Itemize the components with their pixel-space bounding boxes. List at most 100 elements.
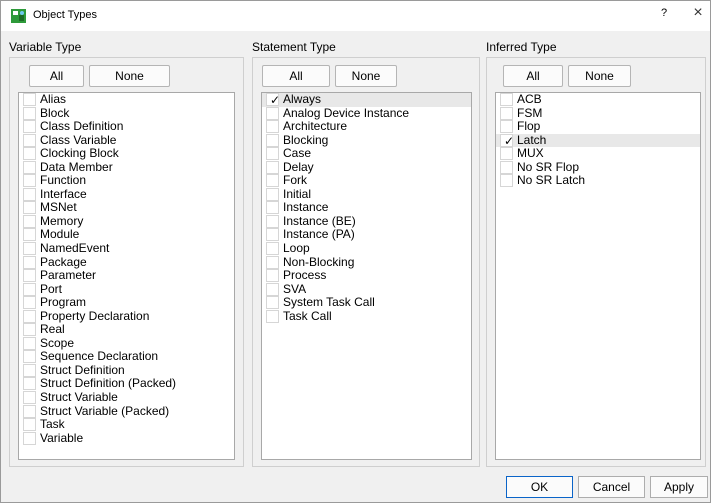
list-item[interactable]: MSNet xyxy=(19,201,234,215)
list-item[interactable]: Property Declaration xyxy=(19,309,234,324)
list-item[interactable]: Class Variable xyxy=(19,133,234,148)
checkbox[interactable] xyxy=(23,255,36,269)
list-item[interactable]: Flop xyxy=(496,119,700,134)
checkbox[interactable] xyxy=(266,255,279,269)
checkbox[interactable] xyxy=(23,228,36,242)
checkbox[interactable] xyxy=(266,106,279,120)
list-item[interactable]: Struct Definition (Packed) xyxy=(19,377,234,391)
checkbox[interactable] xyxy=(23,418,36,432)
list-item[interactable]: ✓ Always xyxy=(262,93,471,107)
checkbox[interactable] xyxy=(23,214,36,228)
checkbox[interactable] xyxy=(23,363,36,377)
list-item[interactable]: Module xyxy=(19,228,234,242)
list-item[interactable]: Package xyxy=(19,255,234,270)
list-item[interactable]: Architecture xyxy=(262,119,471,134)
checkbox[interactable] xyxy=(266,133,279,147)
list-item[interactable]: Parameter xyxy=(19,268,234,283)
apply-button[interactable]: Apply xyxy=(650,476,708,498)
list-item[interactable]: Initial xyxy=(262,187,471,202)
list-item[interactable]: Case xyxy=(262,146,471,161)
list-item[interactable]: Struct Variable (Packed) xyxy=(19,404,234,419)
statement-all-button[interactable]: All xyxy=(262,65,330,87)
checkbox[interactable] xyxy=(23,391,36,405)
checkbox[interactable] xyxy=(23,282,36,296)
checkbox[interactable] xyxy=(23,309,36,323)
list-item[interactable]: Memory xyxy=(19,214,234,229)
list-item[interactable]: Real xyxy=(19,323,234,337)
checkbox[interactable] xyxy=(23,404,36,418)
checkbox[interactable] xyxy=(500,106,513,120)
list-item[interactable]: Scope xyxy=(19,336,234,351)
variable-all-button[interactable]: All xyxy=(29,65,84,87)
list-item[interactable]: Sequence Declaration xyxy=(19,350,234,364)
list-item[interactable]: Analog Device Instance xyxy=(262,106,471,121)
checkbox[interactable] xyxy=(23,350,36,364)
checkbox[interactable] xyxy=(500,147,513,161)
checkbox[interactable] xyxy=(23,106,36,120)
list-item[interactable]: Instance xyxy=(262,201,471,215)
list-item[interactable]: Struct Definition xyxy=(19,363,234,378)
checkbox[interactable] xyxy=(266,160,279,174)
checkbox[interactable] xyxy=(266,201,279,215)
checkbox[interactable] xyxy=(23,174,36,188)
list-item[interactable]: ✓ Latch xyxy=(496,133,700,148)
checkbox[interactable] xyxy=(266,120,279,134)
checkbox[interactable] xyxy=(23,133,36,147)
checkbox[interactable] xyxy=(23,120,36,134)
list-item[interactable]: Block xyxy=(19,106,234,121)
list-item[interactable]: Alias xyxy=(19,93,234,107)
checkbox[interactable] xyxy=(23,296,36,310)
list-item[interactable]: Instance (PA) xyxy=(262,228,471,242)
list-item[interactable]: Clocking Block xyxy=(19,146,234,161)
list-item[interactable]: No SR Flop xyxy=(496,160,700,175)
list-item[interactable]: Class Definition xyxy=(19,119,234,134)
cancel-button[interactable]: Cancel xyxy=(578,476,645,498)
checkbox[interactable] xyxy=(266,282,279,296)
checkbox[interactable] xyxy=(266,296,279,310)
checkbox[interactable] xyxy=(500,93,513,106)
inferred-none-button[interactable]: None xyxy=(568,65,631,87)
checkbox[interactable] xyxy=(23,160,36,174)
close-button[interactable]: × xyxy=(691,5,705,21)
list-item[interactable]: NamedEvent xyxy=(19,241,234,256)
checkbox[interactable] xyxy=(23,147,36,161)
list-item[interactable]: System Task Call xyxy=(262,295,471,310)
checkbox[interactable] xyxy=(266,174,279,188)
variable-none-button[interactable]: None xyxy=(89,65,170,87)
list-item[interactable]: FSM xyxy=(496,106,700,121)
list-item[interactable]: Port xyxy=(19,282,234,297)
checkbox[interactable] xyxy=(23,201,36,215)
checkbox[interactable] xyxy=(23,242,36,256)
help-button[interactable]: ? xyxy=(658,7,670,19)
list-item[interactable]: ACB xyxy=(496,93,700,107)
checkbox[interactable] xyxy=(500,160,513,174)
list-item[interactable]: Delay xyxy=(262,160,471,175)
inferred-all-button[interactable]: All xyxy=(503,65,563,87)
checkbox[interactable] xyxy=(23,187,36,201)
checkbox[interactable] xyxy=(266,309,279,323)
list-item[interactable]: Variable xyxy=(19,431,234,446)
list-item[interactable]: Interface xyxy=(19,187,234,202)
list-item[interactable]: No SR Latch xyxy=(496,174,700,188)
list-item[interactable]: Blocking xyxy=(262,133,471,148)
checkbox[interactable] xyxy=(266,242,279,256)
list-item[interactable]: Program xyxy=(19,295,234,310)
list-item[interactable]: Non-Blocking xyxy=(262,255,471,270)
list-item[interactable]: Instance (BE) xyxy=(262,214,471,229)
checkbox[interactable] xyxy=(266,187,279,201)
ok-button[interactable]: OK xyxy=(506,476,573,498)
checkbox[interactable] xyxy=(500,120,513,134)
checkbox[interactable] xyxy=(266,269,279,283)
checkbox[interactable] xyxy=(23,323,36,337)
list-item[interactable]: SVA xyxy=(262,282,471,297)
list-item[interactable]: Process xyxy=(262,268,471,283)
list-item[interactable]: Struct Variable xyxy=(19,390,234,405)
checkbox[interactable]: ✓ xyxy=(500,133,514,148)
checkbox[interactable] xyxy=(266,147,279,161)
list-item[interactable]: Loop xyxy=(262,241,471,256)
list-item[interactable]: Function xyxy=(19,174,234,188)
checkbox[interactable] xyxy=(23,431,36,445)
checkbox[interactable] xyxy=(266,228,279,242)
list-item[interactable]: Data Member xyxy=(19,160,234,175)
checkbox[interactable] xyxy=(23,377,36,391)
